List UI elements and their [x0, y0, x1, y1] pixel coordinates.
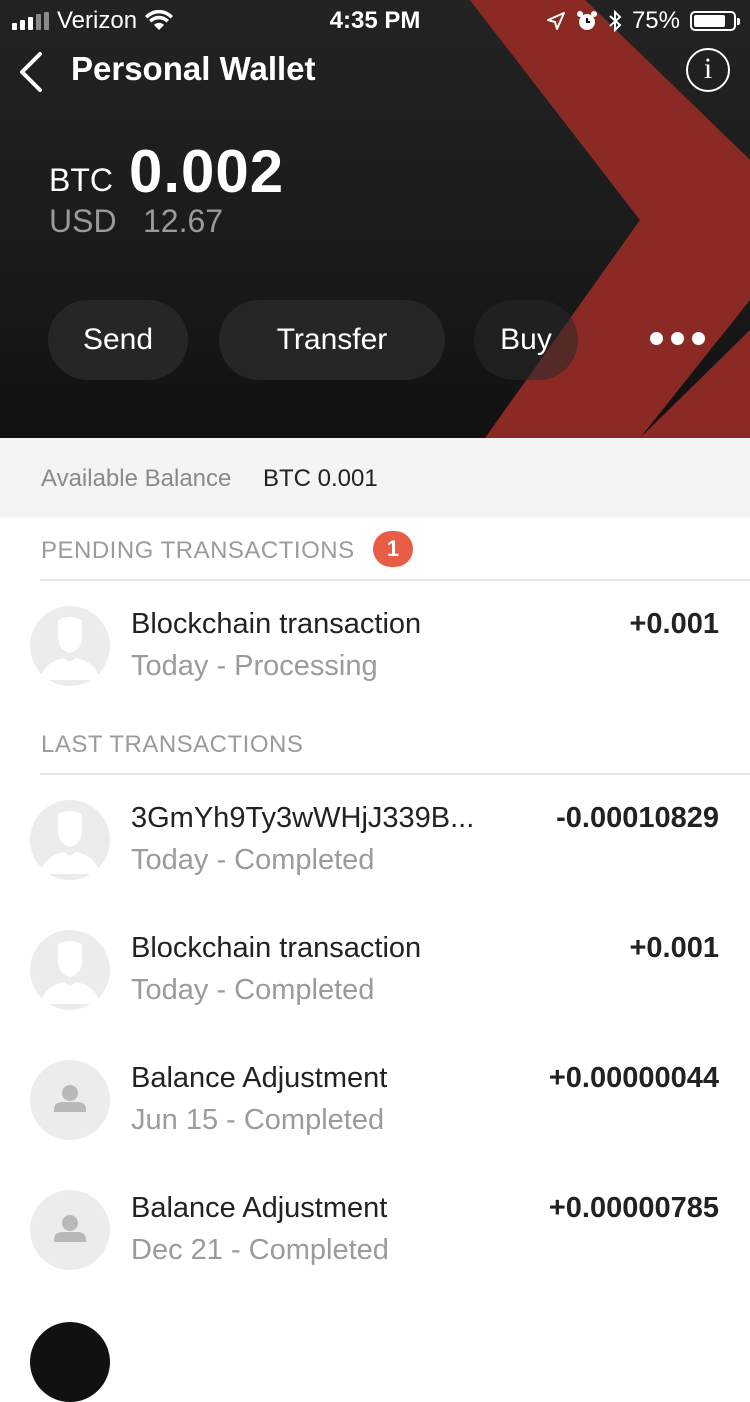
transaction-row[interactable]: Blockchain transaction Today - Processin…	[0, 606, 750, 716]
pending-count-badge: 1	[373, 531, 413, 567]
transaction-amount: +0.001	[629, 608, 719, 640]
transaction-row[interactable]: Blockchain transaction Today - Completed…	[0, 930, 750, 1040]
user-icon	[30, 1190, 110, 1270]
battery-percent: 75%	[631, 7, 680, 34]
balance-currency: BTC	[49, 162, 113, 198]
person-silhouette-icon	[30, 800, 110, 880]
transaction-row[interactable]: Balance Adjustment Jun 15 - Completed +0…	[0, 1060, 750, 1170]
transaction-name: 3GmYh9Ty3wWHjJ339B...	[131, 802, 475, 834]
transaction-name: Balance Adjustment	[131, 1192, 388, 1224]
divider	[40, 579, 750, 581]
transaction-amount: -0.00010829	[556, 802, 719, 834]
available-balance-value: BTC 0.001	[263, 465, 378, 492]
transaction-name: Blockchain transaction	[131, 608, 422, 640]
transaction-status: Today - Completed	[131, 844, 375, 876]
transaction-name: Blockchain transaction	[131, 932, 422, 964]
transaction-amount: +0.00000044	[548, 1062, 719, 1094]
last-transactions-heading: LAST TRANSACTIONS	[41, 731, 304, 758]
user-icon	[30, 1060, 110, 1140]
back-chevron-icon[interactable]	[14, 50, 50, 94]
transaction-status: Dec 21 - Completed	[131, 1234, 389, 1266]
buy-button[interactable]: Buy	[474, 300, 578, 380]
transaction-status: Today - Completed	[131, 974, 375, 1006]
transaction-status: Today - Processing	[131, 650, 378, 682]
balance-amount: 0.002	[129, 138, 285, 205]
transaction-amount: +0.00000785	[548, 1192, 719, 1224]
fiat-amount: 12.67	[143, 203, 224, 239]
divider	[40, 773, 750, 775]
more-dots-icon[interactable]	[650, 332, 712, 348]
status-bar: Verizon 4:35 PM 75%	[0, 0, 750, 40]
person-silhouette-icon	[30, 606, 110, 686]
page-title: Personal Wallet	[71, 50, 316, 87]
transaction-row-partial[interactable]	[0, 1318, 750, 1402]
wallet-header: Verizon 4:35 PM 75% Personal Wallet i BT…	[0, 0, 750, 438]
transaction-row[interactable]: Balance Adjustment Dec 21 - Completed +0…	[0, 1190, 750, 1300]
bluetooth-icon	[609, 10, 622, 32]
send-button[interactable]: Send	[48, 300, 188, 380]
location-arrow-icon	[546, 12, 565, 30]
alarm-icon	[576, 11, 597, 30]
transaction-name: Balance Adjustment	[131, 1062, 388, 1094]
battery-icon	[690, 11, 740, 31]
transaction-status: Jun 15 - Completed	[131, 1104, 385, 1136]
available-balance-label: Available Balance	[41, 465, 232, 492]
info-icon[interactable]: i	[686, 48, 730, 92]
fiat-currency: USD	[49, 203, 117, 239]
transaction-amount: +0.001	[629, 932, 719, 964]
transfer-button[interactable]: Transfer	[219, 300, 445, 380]
available-balance-bar: Available Balance BTC 0.001	[0, 438, 750, 518]
pending-transactions-heading: PENDING TRANSACTIONS	[41, 537, 355, 564]
avatar	[30, 1322, 110, 1402]
transaction-row[interactable]: 3GmYh9Ty3wWHjJ339B... Today - Completed …	[0, 800, 750, 910]
person-silhouette-icon	[30, 930, 110, 1010]
